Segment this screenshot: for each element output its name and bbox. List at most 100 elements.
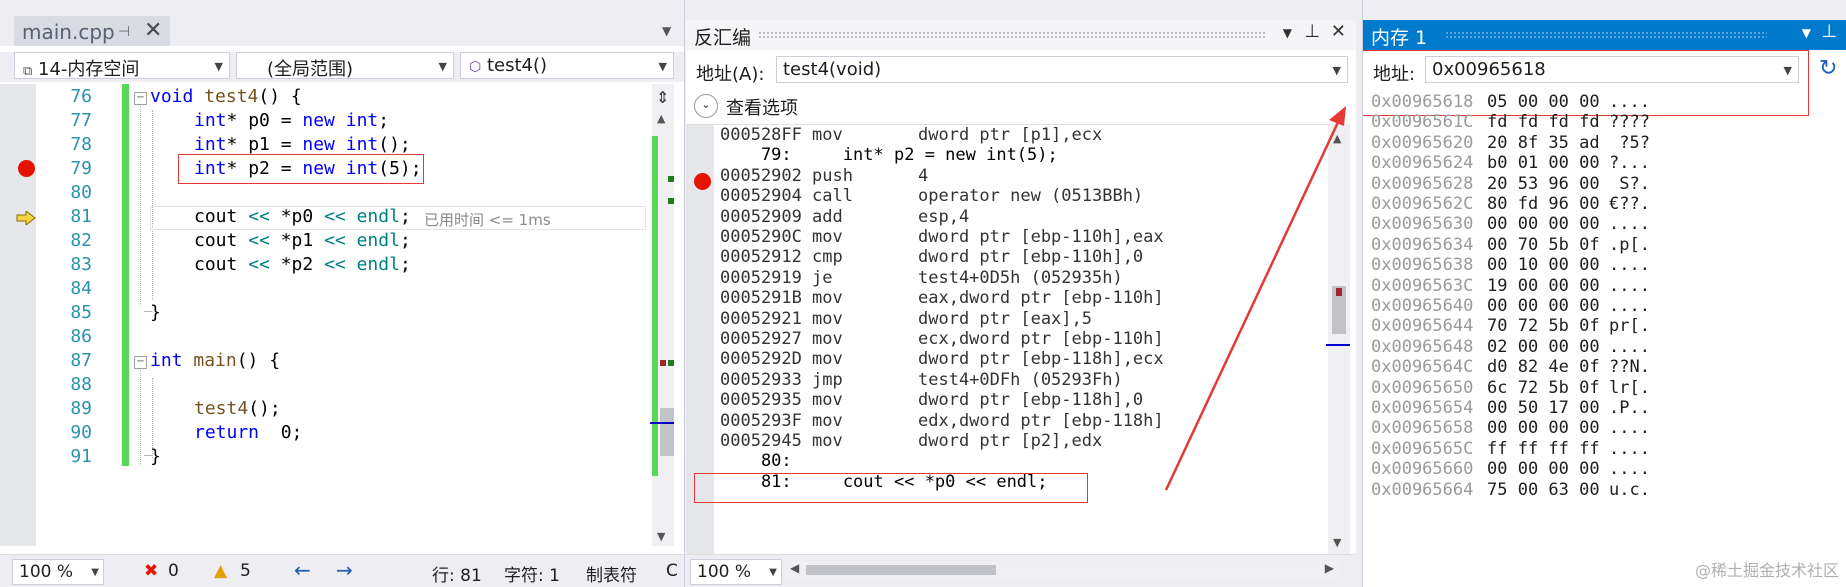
code-line: return 0; [194, 422, 303, 443]
memory-hex-bytes[interactable]: 00 00 00 00 [1487, 418, 1600, 438]
memory-hex-bytes[interactable]: 00 00 00 00 [1487, 214, 1600, 234]
pin-icon[interactable]: ⊣ [118, 24, 130, 40]
memory-hex-bytes[interactable]: b0 01 00 00 [1487, 153, 1600, 173]
memory-rows[interactable]: 0x00965618 05 00 00 00.... 0x0096561C fd fd… [1363, 92, 1846, 587]
memory-hex-bytes[interactable]: fd fd fd fd [1487, 112, 1600, 132]
memory-hex-bytes[interactable]: 19 00 00 00 [1487, 276, 1600, 296]
memory-ascii: .... [1609, 92, 1650, 112]
scroll-up-icon[interactable]: ▲ [657, 112, 665, 125]
zoom-dropdown[interactable]: 100 % ▼ [690, 559, 782, 585]
disasm-source-line: 79: int* p2 = new int(5); [720, 145, 1058, 166]
scope-dropdown[interactable]: (全局范围) ▼ [236, 52, 454, 80]
disasm-opcode: mov [812, 308, 843, 329]
memory-hex-bytes[interactable]: 02 00 00 00 [1487, 337, 1600, 357]
collapse-icon[interactable]: − [134, 92, 147, 105]
memory-title-bar: 内存 1 ▼ ⊥ [1363, 20, 1846, 50]
pin-icon[interactable]: ⊥ [1304, 21, 1320, 42]
memory-hex-bytes[interactable]: 00 50 17 00 [1487, 398, 1600, 418]
scroll-left-icon[interactable]: ◀ [790, 561, 799, 575]
disasm-address: 00052912 [720, 247, 802, 268]
title-grip [1445, 31, 1767, 39]
memory-hex-bytes[interactable]: 6c 72 5b 0f [1487, 378, 1600, 398]
collapse-icon[interactable]: − [134, 356, 147, 369]
disasm-operands: esp,4 [918, 206, 970, 227]
scroll-down-icon[interactable]: ▼ [1333, 536, 1341, 549]
scroll-thumb[interactable] [806, 565, 996, 575]
error-icon[interactable]: ✖ [144, 561, 158, 581]
breakpoint-icon[interactable] [18, 160, 35, 177]
memory-hex-bytes[interactable]: 00 70 5b 0f [1487, 235, 1600, 255]
line-number: 90 [70, 422, 92, 443]
scope-label: (全局范围) [267, 59, 354, 80]
line-number: 83 [70, 254, 92, 275]
window-menu-icon[interactable]: ▼ [1283, 26, 1292, 40]
editor-status-bar: 100 % ▼ ✖ 0 ▲ 5 ← → 行: 81 字符: 1 制表符 C [0, 554, 684, 587]
horizontal-scrollbar[interactable]: ◀ ▶ [786, 561, 1338, 579]
refresh-icon[interactable]: ↻ [1819, 56, 1837, 81]
disasm-operands: 4 [918, 165, 929, 186]
address-input[interactable]: test4(void) ▼ [776, 56, 1348, 83]
line-indicator: 行: 81 [432, 566, 482, 586]
scroll-caret-marker [1326, 344, 1350, 346]
pin-icon[interactable]: ⊥ [1821, 21, 1837, 42]
scroll-thumb[interactable] [660, 408, 674, 456]
zoom-dropdown[interactable]: 100 % ▼ [12, 559, 104, 585]
memory-address: 0x00965640 [1371, 296, 1474, 316]
memory-ascii: .... [1609, 438, 1650, 459]
memory-hex-bytes[interactable]: 20 53 96 00 [1487, 174, 1600, 194]
warning-icon[interactable]: ▲ [214, 561, 227, 581]
memory-address: 0x0096561C [1371, 112, 1474, 133]
disasm-address: 00052909 [720, 206, 802, 227]
project-dropdown[interactable]: ⧉ 14-内存空间 ▼ [14, 52, 230, 80]
breakpoint-icon[interactable] [694, 173, 711, 190]
memory-ascii: .... [1609, 275, 1650, 296]
scroll-right-icon[interactable]: ▶ [1325, 561, 1334, 575]
memory-ascii: .... [1609, 296, 1650, 316]
project-icon: ⧉ [23, 64, 33, 79]
memory-hex-bytes[interactable]: ff ff ff ff [1487, 439, 1600, 459]
scroll-up-icon[interactable]: ▲ [1333, 132, 1341, 145]
member-dropdown[interactable]: ⬡ test4() ▼ [460, 52, 674, 79]
tab-overflow-icon[interactable]: ▼ [662, 24, 671, 38]
tab-mode-indicator[interactable]: 制表符 [586, 561, 637, 586]
memory-ascii: ?5? [1609, 132, 1650, 153]
disasm-address: 00052927 [720, 329, 802, 349]
memory-hex-bytes[interactable]: 75 00 63 00 [1487, 480, 1600, 500]
memory-hex-bytes[interactable]: 00 00 00 00 [1487, 459, 1600, 479]
disassembly-title-bar: 反汇编 ▼ ⊥ ✕ [686, 20, 1356, 50]
memory-hex-bytes[interactable]: 00 10 00 00 [1487, 255, 1600, 275]
disasm-opcode: mov [812, 125, 843, 145]
memory-hex-bytes[interactable]: 80 fd 96 00 [1487, 194, 1600, 214]
disasm-opcode: mov [812, 288, 843, 309]
panel-top-gap [1363, 0, 1846, 20]
disasm-address: 00052904 [720, 186, 802, 207]
code-text-area[interactable]: 76 77 78 79 80 81 82 83 84 85 86 87 88 8… [0, 84, 652, 546]
memory-hex-bytes[interactable]: 00 00 00 00 [1487, 296, 1600, 316]
split-icon[interactable]: ⇕ [656, 88, 669, 107]
navigate-forward-icon[interactable]: → [336, 558, 353, 582]
memory-hex-bytes[interactable]: d0 82 4e 0f [1487, 357, 1600, 377]
navigation-bar: ⧉ 14-内存空间 ▼ (全局范围) ▼ ⬡ test4() ▼ [0, 52, 684, 82]
scope-guide [140, 370, 141, 466]
scroll-down-icon[interactable]: ▼ [657, 530, 665, 543]
disasm-opcode: je [812, 267, 833, 288]
memory-hex-bytes[interactable]: 20 8f 35 ad [1487, 133, 1600, 153]
close-icon[interactable]: ✕ [144, 18, 162, 43]
tab-main-cpp[interactable]: main.cpp ⊣ ✕ [14, 16, 170, 46]
disasm-opcode: mov [812, 410, 843, 431]
chevron-down-icon: ⌄ [694, 94, 718, 118]
disasm-operands: dword ptr [eax],5 [918, 308, 1092, 329]
close-icon[interactable]: ✕ [1331, 21, 1346, 42]
navigate-back-icon[interactable]: ← [294, 558, 311, 582]
disassembly-scrollbar[interactable]: ▲ ▼ [1326, 124, 1350, 554]
disassembly-listing[interactable]: 000528FF mov dword ptr [p1],ecx 79: int* p… [686, 124, 1328, 555]
window-menu-icon[interactable]: ▼ [1802, 26, 1811, 40]
memory-address: 0x00965634 [1371, 234, 1474, 255]
memory-hex-bytes[interactable]: 05 00 00 00 [1487, 92, 1600, 112]
address-bar: 地址(A): test4(void) ▼ [686, 56, 1356, 86]
line-ending-indicator[interactable]: C [666, 561, 678, 581]
memory-hex-bytes[interactable]: 70 72 5b 0f [1487, 316, 1600, 336]
glyph-margin[interactable] [0, 84, 36, 546]
editor-scrollbar[interactable]: ⇕ ▲ ▼ [650, 84, 674, 546]
scroll-caret-marker [650, 422, 674, 424]
